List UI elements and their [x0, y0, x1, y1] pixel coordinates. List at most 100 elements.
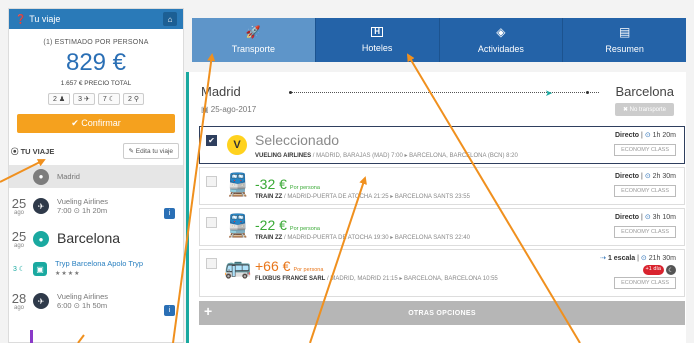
clock-icon: ⊙: [644, 132, 651, 139]
tab-label: Resumen: [605, 44, 644, 54]
timeline-line2: 7:00 ⊙ 1h 20m: [57, 206, 108, 215]
map-pin-icon: ●: [33, 168, 49, 185]
option-route: VUELING AIRLINES / MADRID, BARAJAS (MAD)…: [255, 152, 518, 159]
travellers-count: 2 ♟: [48, 93, 71, 105]
option-checkbox[interactable]: ✔: [206, 135, 217, 146]
per-person-label: Por persona: [293, 267, 324, 273]
tab-resumen[interactable]: ▤ Resumen: [563, 18, 686, 62]
plane-icon: ✈: [33, 293, 49, 309]
trip-section-header: ⦿ TU VIAJE ✎ Edita tu viaje: [11, 143, 179, 159]
option-meta: Directo | ⊙ 3h 10m ECONOMY CLASS: [614, 213, 676, 238]
trip-date: ▣ 25-ago-2017: [201, 105, 257, 114]
option-heading: -22 € Por persona: [255, 217, 320, 233]
train-icon: 🚆: [224, 172, 252, 197]
total-price: 1.657 € PRECIO TOTAL: [60, 80, 132, 87]
transport-panel: Madrid ▣ 25-ago-2017 ➤ Barcelona ✖ No tr…: [186, 72, 686, 343]
timeline-month: ago: [13, 242, 24, 249]
option-duration: 21h 30m: [648, 255, 676, 262]
fare-class: ECONOMY CLASS: [614, 226, 676, 238]
option-duration: 3h 10m: [652, 214, 676, 221]
transport-option[interactable]: 🚆 -32 € Por persona TRAIN ZZ / MADRID-PUE…: [199, 167, 685, 205]
home-icon[interactable]: ⌂: [163, 12, 177, 26]
timeline-text: Tryp Barcelona Apolo Tryp ★★★★: [55, 259, 143, 279]
transport-option[interactable]: ✔ V Seleccionado VUELING AIRLINES / MADR…: [199, 126, 685, 164]
price-per-person: 829 €: [65, 49, 127, 76]
trip-section-text: TU VIAJE: [20, 146, 55, 156]
option-stops: 1 escala: [607, 255, 636, 262]
timeline-text: Madrid: [57, 171, 80, 181]
document-icon: ▤: [618, 25, 631, 39]
bus-icon: 🚌: [224, 254, 252, 279]
price-diff: -22 €: [255, 217, 287, 233]
timeline-item-flight-out[interactable]: 25 ago ✈ Vueling Airlines 7:00 ⊙ 1h 20m i: [9, 188, 183, 224]
timeline-date: 25 ago: [9, 197, 29, 216]
option-route: TRAIN ZZ / MADRID-PUERTA DE ATOCHA 19:30…: [255, 234, 470, 241]
option-checkbox[interactable]: [206, 176, 217, 187]
option-heading: -32 € Por persona: [255, 176, 320, 192]
timeline-item-origin[interactable]: ● Madrid: [9, 165, 183, 188]
option-heading: Seleccionado: [255, 132, 340, 148]
per-person-label: Por persona: [289, 185, 320, 191]
info-icon: ❓: [15, 13, 27, 24]
timeline-day: 28: [11, 290, 27, 306]
sidebar-title-wrap: ❓ Tu viaje: [15, 14, 60, 25]
plane-icon: ➤: [545, 88, 553, 98]
info-icon[interactable]: i: [164, 208, 175, 219]
timeline-date: 25 ago: [9, 230, 29, 249]
clock-icon: ⊙: [644, 214, 651, 221]
option-heading: +66 € Por persona: [255, 258, 323, 274]
info-icon[interactable]: i: [164, 305, 175, 316]
hotel-icon: H: [371, 27, 384, 37]
timeline-item-destination[interactable]: 25 ago ● Barcelona: [9, 224, 183, 254]
timeline-line1: Vueling Airlines: [57, 196, 109, 206]
tab-transporte[interactable]: 🚀 Transporte: [192, 18, 316, 62]
train-icon: 🚆: [224, 213, 252, 238]
option-company: VUELING AIRLINES: [255, 153, 312, 159]
option-route-text: / MADRID, MADRID 21:15 ▸ BARCELONA, BARC…: [325, 276, 498, 282]
option-route: TRAIN ZZ / MADRID-PUERTA DE ATOCHA 21:25…: [255, 193, 470, 200]
next-day-badge: +1 día: [642, 265, 664, 275]
timeline-day: 25: [11, 195, 27, 211]
ticket-icon: ◈: [496, 25, 506, 39]
pax-summary: 2 ♟ 3 ✈ 7 ☾ 2 ⚲: [9, 93, 183, 105]
destination-city: Barcelona: [615, 84, 674, 99]
option-route-text: / MADRID-PUERTA DE ATOCHA 19:30 ▸ BARCEL…: [282, 235, 470, 241]
more-options-button[interactable]: + OTRAS OPCIONES: [199, 301, 685, 325]
timeline-nights: 3 ☾: [12, 265, 26, 273]
option-meta: Directo | ⊙ 2h 30m ECONOMY CLASS: [614, 172, 676, 197]
option-duration: 2h 30m: [652, 173, 676, 180]
trip-section-label: ⦿ TU VIAJE: [11, 146, 55, 156]
tab-actividades[interactable]: ◈ Actividades: [439, 18, 564, 62]
edit-trip-button[interactable]: ✎ Edita tu viaje: [122, 143, 179, 159]
option-company: FLIXBUS FRANCE SARL: [255, 276, 326, 282]
timeline-item-flight-back[interactable]: 28 ago ✈ Vueling Airlines 6:00 ⊙ 1h 50m i: [9, 284, 183, 318]
option-checkbox[interactable]: [206, 258, 217, 269]
option-company: TRAIN ZZ: [255, 194, 283, 200]
timeline-item-hotel[interactable]: 3 ☾ ▣ Tryp Barcelona Apolo Tryp ★★★★: [9, 254, 183, 284]
plus-icon: +: [204, 303, 213, 319]
vueling-logo: V: [227, 135, 247, 155]
option-meta: Directo | ⊙ 1h 20m ECONOMY CLASS: [614, 131, 676, 156]
fare-class: ECONOMY CLASS: [614, 277, 676, 289]
timeline-date: 28 ago: [9, 292, 29, 311]
nights-count: 7 ☾: [97, 93, 120, 105]
route-dot: [289, 91, 292, 94]
confirm-button[interactable]: ✔ Confirmar: [17, 114, 175, 133]
no-transport-button[interactable]: ✖ No transporte: [614, 103, 674, 116]
tab-label: Hoteles: [361, 43, 393, 53]
fare-class: ECONOMY CLASS: [614, 144, 676, 156]
trip-date-text: 25-ago-2017: [210, 105, 257, 114]
tab-hoteles[interactable]: H Hoteles: [315, 18, 440, 62]
clock-icon: ⊙: [640, 255, 647, 262]
night-icon: ☾: [666, 265, 676, 275]
per-person-label: Por persona: [289, 226, 320, 232]
rocket-icon: 🚀: [245, 25, 261, 39]
hotel-stars: ★★★★: [55, 271, 81, 278]
timeline-day: 25: [11, 228, 27, 244]
hotel-name[interactable]: Tryp Barcelona Apolo Tryp: [55, 259, 143, 268]
option-route: FLIXBUS FRANCE SARL / MADRID, MADRID 21:…: [255, 275, 498, 282]
timeline-line1: Vueling Airlines: [57, 291, 109, 301]
option-checkbox[interactable]: [206, 217, 217, 228]
transport-option[interactable]: 🚌 +66 € Por persona FLIXBUS FRANCE SARL /…: [199, 249, 685, 297]
transport-option[interactable]: 🚆 -22 € Por persona TRAIN ZZ / MADRID-PUE…: [199, 208, 685, 246]
